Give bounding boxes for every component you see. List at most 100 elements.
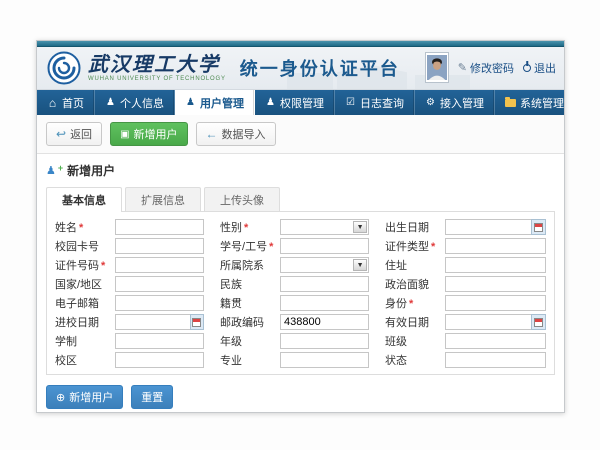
calendar-icon[interactable] bbox=[531, 314, 546, 330]
add-user-button[interactable]: ▣ 新增用户 bbox=[110, 122, 187, 146]
form-field-gender: 性别* ▼ bbox=[220, 219, 369, 235]
content-area: ♟+ 新增用户 基本信息扩展信息上传头像 姓名*性别*▼出生日期校园卡号学号/工… bbox=[37, 162, 564, 413]
required-asterisk: * bbox=[269, 241, 273, 253]
form-field-country-region: 国家/地区 bbox=[55, 276, 204, 292]
tab-2[interactable]: 上传头像 bbox=[204, 187, 280, 212]
logout-link[interactable]: 退出 bbox=[523, 60, 556, 76]
person-icon bbox=[185, 97, 196, 108]
campus-input[interactable] bbox=[115, 352, 204, 368]
field-label: 专业 bbox=[220, 352, 280, 368]
grade-input[interactable] bbox=[280, 333, 369, 349]
country-region-input[interactable] bbox=[115, 276, 204, 292]
calendar-icon[interactable] bbox=[190, 314, 204, 330]
department-select[interactable]: ▼ bbox=[280, 257, 369, 273]
field-label: 状态 bbox=[385, 352, 445, 368]
nav-item-0[interactable]: 首页 bbox=[37, 90, 95, 115]
id-number-input[interactable] bbox=[115, 257, 204, 273]
field-label: 性别* bbox=[220, 219, 280, 235]
major-input[interactable] bbox=[280, 352, 369, 368]
add-user-icon: ▣ bbox=[120, 129, 129, 140]
gender-select[interactable]: ▼ bbox=[280, 219, 369, 235]
field-label: 籍贯 bbox=[220, 295, 280, 311]
political-status-input[interactable] bbox=[445, 276, 546, 292]
submit-add-user-label: 新增用户 bbox=[69, 389, 113, 405]
submit-add-user-button[interactable]: ⊕ 新增用户 bbox=[46, 385, 123, 409]
field-label: 校园卡号 bbox=[55, 238, 115, 254]
identity-input[interactable] bbox=[445, 295, 546, 311]
chevron-down-icon[interactable]: ▼ bbox=[353, 221, 367, 233]
field-label: 年级 bbox=[220, 333, 280, 349]
nav-item-2[interactable]: 用户管理 bbox=[175, 90, 255, 115]
entry-date-input[interactable] bbox=[115, 314, 190, 330]
field-label: 班级 bbox=[385, 333, 445, 349]
form-field-entry-date: 进校日期 bbox=[55, 314, 204, 330]
campus-card-input[interactable] bbox=[115, 238, 204, 254]
university-name-cn: 武汉理工大学 bbox=[88, 54, 226, 76]
field-label: 学号/工号* bbox=[220, 238, 280, 254]
status-input[interactable] bbox=[445, 352, 546, 368]
field-label: 政治面貌 bbox=[385, 276, 445, 292]
back-button[interactable]: ↩ 返回 bbox=[46, 122, 102, 146]
toolbar: ↩ 返回 ▣ 新增用户 ← 数据导入 bbox=[37, 115, 564, 154]
nav-item-3[interactable]: 权限管理 bbox=[255, 90, 335, 115]
reset-button[interactable]: 重置 bbox=[131, 385, 173, 409]
form-field-grade: 年级 bbox=[220, 333, 369, 349]
required-asterisk: * bbox=[101, 260, 105, 272]
native-place-input[interactable] bbox=[280, 295, 369, 311]
address-input[interactable] bbox=[445, 257, 546, 273]
nav-item-4[interactable]: 日志查询 bbox=[335, 90, 415, 115]
field-label: 姓名* bbox=[55, 219, 115, 235]
field-label: 身份* bbox=[385, 295, 445, 311]
valid-date-input[interactable] bbox=[445, 314, 531, 330]
back-button-label: 返回 bbox=[70, 126, 92, 142]
id-type-input[interactable] bbox=[445, 238, 546, 254]
reset-button-label: 重置 bbox=[141, 389, 163, 405]
logout-label: 退出 bbox=[534, 60, 556, 76]
tab-0[interactable]: 基本信息 bbox=[46, 187, 122, 212]
postal-code-input[interactable] bbox=[280, 314, 369, 330]
field-label: 邮政编码 bbox=[220, 314, 280, 330]
tab-1[interactable]: 扩展信息 bbox=[125, 187, 201, 212]
form-field-postal-code: 邮政编码 bbox=[220, 314, 369, 330]
plus-circle-icon: ⊕ bbox=[56, 391, 65, 404]
field-label: 住址 bbox=[385, 257, 445, 273]
user-avatar[interactable] bbox=[425, 52, 449, 83]
field-label: 民族 bbox=[220, 276, 280, 292]
email-input[interactable] bbox=[115, 295, 204, 311]
form-field-ethnicity: 民族 bbox=[220, 276, 369, 292]
birth-date-input[interactable] bbox=[445, 219, 531, 235]
field-label: 有效日期 bbox=[385, 314, 445, 330]
data-import-button[interactable]: ← 数据导入 bbox=[196, 122, 276, 146]
brand: 武汉理工大学 WUHAN UNIVERSITY OF TECHNOLOGY 统一… bbox=[47, 51, 400, 85]
user-area: ✎ 修改密码 退出 bbox=[425, 52, 556, 83]
university-name-en: WUHAN UNIVERSITY OF TECHNOLOGY bbox=[88, 76, 226, 82]
ethnicity-input[interactable] bbox=[280, 276, 369, 292]
calendar-icon[interactable] bbox=[531, 219, 546, 235]
nav-item-1[interactable]: 个人信息 bbox=[95, 90, 175, 115]
name-input[interactable] bbox=[115, 219, 204, 235]
tab-label: 上传头像 bbox=[220, 195, 264, 207]
key-person-icon bbox=[265, 97, 276, 108]
power-icon bbox=[523, 64, 531, 72]
form-field-campus: 校区 bbox=[55, 352, 204, 368]
nav-item-6[interactable]: 系统管理 bbox=[495, 90, 565, 115]
field-label: 证件号码* bbox=[55, 257, 115, 273]
change-password-link[interactable]: ✎ 修改密码 bbox=[458, 60, 514, 76]
chevron-down-icon[interactable]: ▼ bbox=[353, 259, 367, 271]
form-field-education-length: 学制 bbox=[55, 333, 204, 349]
field-label: 所属院系 bbox=[220, 257, 280, 273]
tab-label: 基本信息 bbox=[62, 195, 106, 207]
nav-item-label: 系统管理 bbox=[520, 95, 564, 111]
nav-item-label: 个人信息 bbox=[120, 95, 164, 111]
form-field-department: 所属院系 ▼ bbox=[220, 257, 369, 273]
nav-item-label: 权限管理 bbox=[280, 95, 324, 111]
form-actions: ⊕ 新增用户 重置 bbox=[46, 385, 555, 409]
required-asterisk: * bbox=[431, 241, 435, 253]
class-input[interactable] bbox=[445, 333, 546, 349]
education-length-input[interactable] bbox=[115, 333, 204, 349]
nav-item-5[interactable]: 接入管理 bbox=[415, 90, 495, 115]
nav-item-label: 用户管理 bbox=[200, 95, 244, 111]
main-nav: 首页个人信息用户管理权限管理日志查询接入管理系统管理订阅管理 bbox=[37, 90, 564, 115]
student-id-input[interactable] bbox=[280, 238, 369, 254]
form-field-class: 班级 bbox=[385, 333, 546, 349]
